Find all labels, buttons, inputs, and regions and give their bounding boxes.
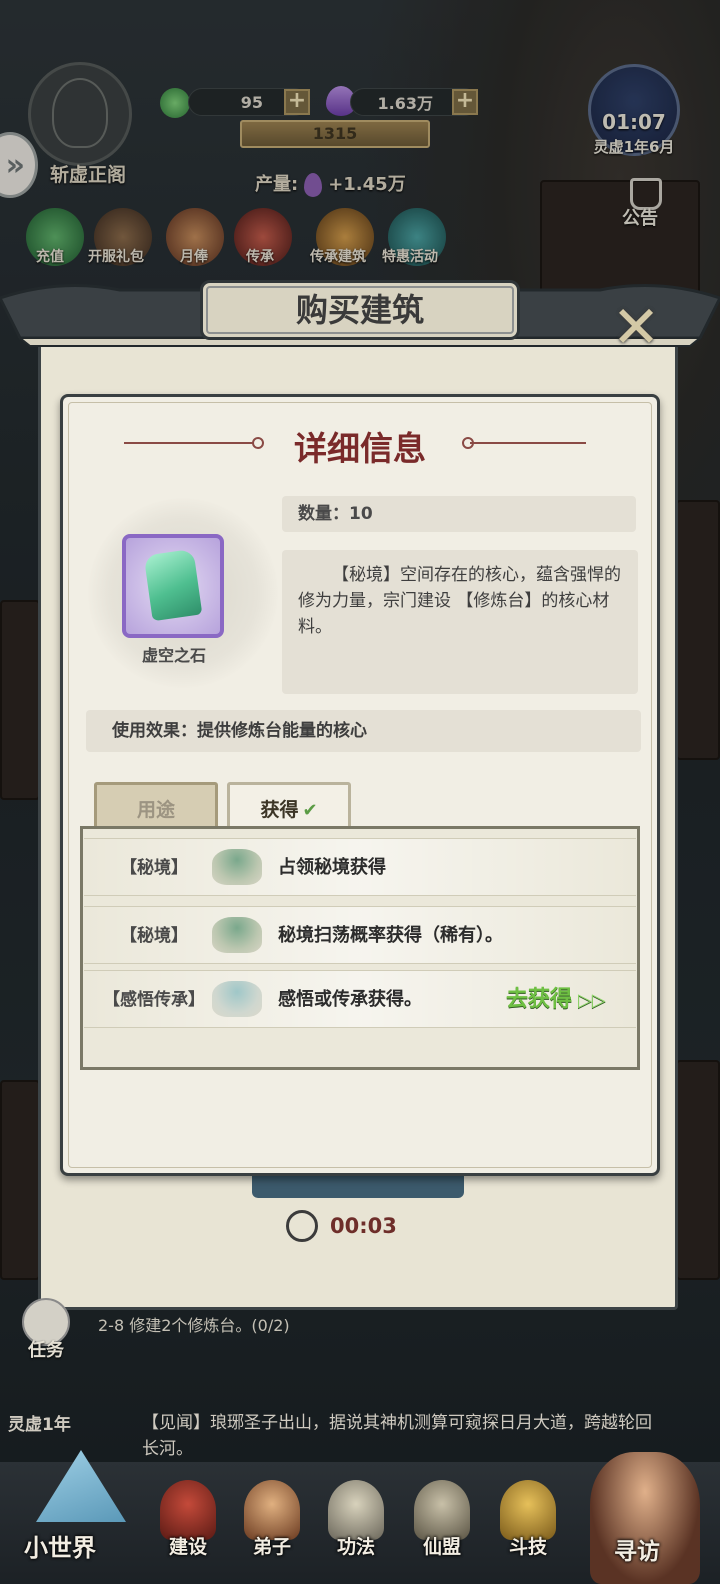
nav-label: 功法: [336, 1536, 375, 1558]
source-tag: 【感悟传承】: [103, 990, 205, 1010]
source-text: 感悟或传承获得。: [278, 989, 422, 1010]
clock-icon: [286, 1210, 318, 1242]
scroll-book-icon: [328, 1480, 384, 1540]
nav-techniques[interactable]: 功法: [310, 1470, 402, 1580]
title-divider-left: [124, 442, 254, 444]
nav-label: 弟子: [252, 1536, 291, 1558]
list-item: 【秘境】 秘境扫荡概率获得（稀有）。: [84, 906, 636, 964]
detail-title: 详细信息: [294, 429, 426, 468]
news-ticker: 【见闻】琅琊圣子出山，据说其神机测算可窥探日月大道，跨越轮回长河。: [142, 1413, 652, 1459]
nav-visit[interactable]: 寻访: [614, 1532, 660, 1566]
source-tag: 【秘境】: [120, 926, 188, 946]
disciple-icon: [244, 1480, 300, 1540]
nav-label: 斗技: [508, 1536, 547, 1558]
item-quantity: 数量：10: [282, 496, 636, 532]
nav-disciples[interactable]: 弟子: [226, 1470, 318, 1580]
task-description[interactable]: 2-8 修建2个修炼台。(0/2): [98, 1312, 290, 1336]
title-divider-right: [470, 442, 586, 444]
spirit-beast-icon: [212, 981, 262, 1017]
nav-build[interactable]: 建设: [142, 1470, 234, 1580]
realm-mountain-icon: [212, 849, 262, 885]
source-tag: 【秘境】: [120, 858, 188, 878]
list-item: 【秘境】 占领秘境获得: [84, 838, 636, 896]
void-stone-icon: [143, 548, 203, 622]
build-timer: 00:03: [330, 1214, 397, 1238]
year-label: 灵虚1年: [8, 1415, 71, 1435]
list-item: 【感悟传承】 感悟或传承获得。 去获得 ▷▷: [84, 970, 636, 1028]
arena-trophy-icon: [500, 1480, 556, 1540]
pavilion-icon: [160, 1480, 216, 1540]
close-button[interactable]: ✕: [606, 298, 666, 358]
source-text: 占领秘境获得: [278, 857, 386, 878]
nav-label: 仙盟: [422, 1536, 461, 1558]
item-name: 虚空之石: [141, 646, 206, 665]
nav-label: 建设: [168, 1536, 207, 1558]
tab-obtain[interactable]: 获得 ✔: [227, 782, 351, 830]
realm-mountain-icon: [212, 917, 262, 953]
source-text: 秘境扫荡概率获得（稀有）。: [278, 925, 503, 946]
go-obtain-button[interactable]: 去获得 ▷▷: [506, 971, 606, 1030]
nav-small-world[interactable]: 小世界: [24, 1528, 96, 1563]
nav-arena[interactable]: 斗技: [482, 1470, 574, 1580]
alliance-gate-icon: [414, 1480, 470, 1540]
tab-usage[interactable]: 用途: [94, 782, 218, 830]
item-effect: 使用效果：提供修炼台能量的核心: [86, 710, 641, 752]
item-description: 【秘境】空间存在的核心，蕴含强悍的修为力量，宗门建设 【修炼台】的核心材料。: [282, 550, 638, 694]
task-label[interactable]: 任务: [28, 1336, 64, 1362]
check-icon: ✔: [302, 800, 318, 821]
modal-title: 购买建筑: [200, 280, 520, 340]
nav-alliance[interactable]: 仙盟: [396, 1470, 488, 1580]
double-arrow-icon: ▷▷: [578, 990, 606, 1011]
